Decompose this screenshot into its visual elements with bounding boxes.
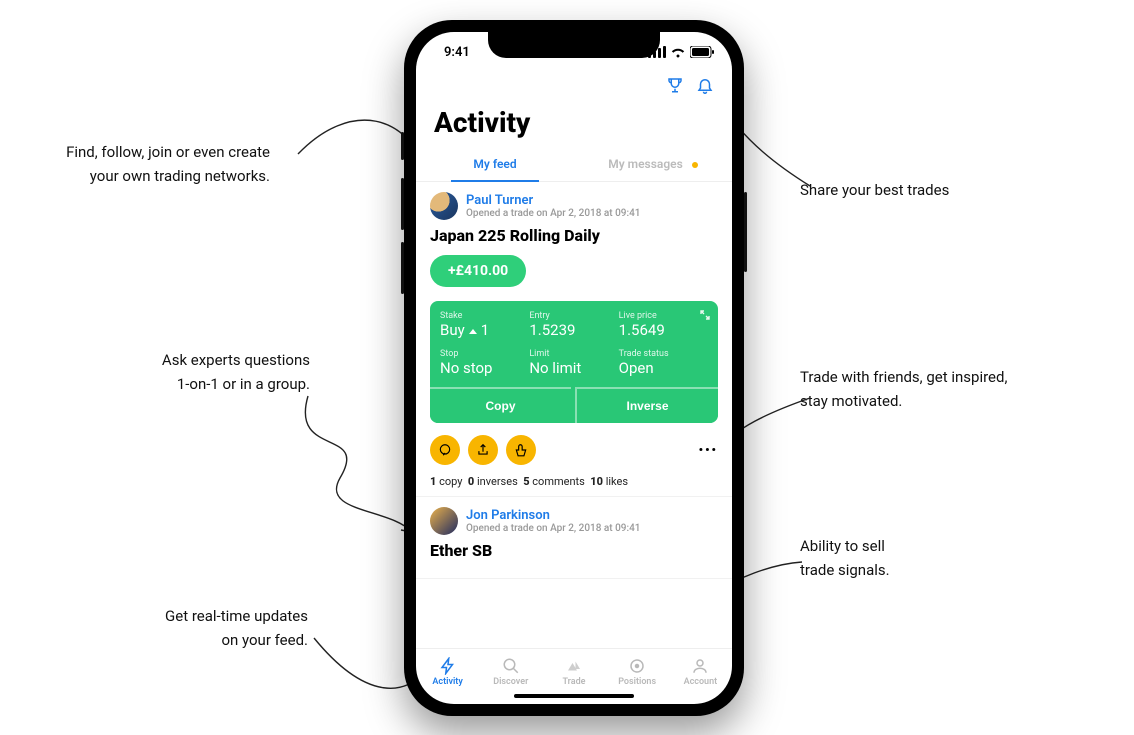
nav-label: Account bbox=[684, 677, 718, 687]
mute-switch bbox=[401, 132, 404, 160]
post-header: Paul Turner Opened a trade on Apr 2, 201… bbox=[430, 192, 718, 220]
instrument-name: Ether SB bbox=[430, 541, 718, 560]
like-icon[interactable] bbox=[506, 435, 536, 465]
nav-positions[interactable]: Positions bbox=[606, 657, 669, 687]
phone-screen: 9:41 Activity My feed My messages bbox=[416, 32, 732, 704]
post-header: Jon Parkinson Opened a trade on Apr 2, 2… bbox=[430, 507, 718, 535]
wifi-icon bbox=[670, 46, 686, 58]
status-bar: 9:41 bbox=[416, 32, 732, 72]
inverse-button[interactable]: Inverse bbox=[575, 387, 718, 423]
bell-icon[interactable] bbox=[696, 76, 714, 98]
avatar[interactable] bbox=[430, 192, 458, 220]
feed-tabs: My feed My messages bbox=[416, 147, 732, 182]
page-title: Activity bbox=[416, 102, 732, 147]
copy-button[interactable]: Copy bbox=[430, 387, 571, 423]
status-label: Trade status bbox=[619, 349, 708, 359]
comment-icon[interactable] bbox=[430, 435, 460, 465]
tab-label: My feed bbox=[473, 157, 516, 171]
trade-icon bbox=[565, 657, 583, 675]
tab-my-feed[interactable]: My feed bbox=[416, 147, 574, 181]
entry-label: Entry bbox=[529, 311, 618, 321]
instrument-name: Japan 225 Rolling Daily bbox=[430, 226, 718, 245]
post-stats: 1 copy 0 inverses 5 comments 10 likes bbox=[430, 475, 718, 488]
power-button bbox=[744, 192, 747, 272]
stop-value: No stop bbox=[440, 359, 529, 377]
nav-label: Activity bbox=[432, 677, 462, 687]
lightning-icon bbox=[439, 657, 457, 675]
feed-post: Paul Turner Opened a trade on Apr 2, 201… bbox=[416, 182, 732, 497]
live-label: Live price bbox=[619, 311, 708, 321]
tab-label: My messages bbox=[608, 157, 683, 171]
battery-icon bbox=[690, 46, 714, 58]
nav-activity[interactable]: Activity bbox=[416, 657, 479, 687]
annotation-friends: Trade with friends, get inspired, stay m… bbox=[800, 365, 1060, 413]
limit-label: Limit bbox=[529, 349, 618, 359]
post-subtitle: Opened a trade on Apr 2, 2018 at 09:41 bbox=[466, 523, 640, 534]
feed: Paul Turner Opened a trade on Apr 2, 201… bbox=[416, 182, 732, 648]
app-header bbox=[416, 72, 732, 102]
volume-down-button bbox=[401, 242, 404, 294]
entry-value: 1.5239 bbox=[529, 321, 618, 339]
annotation-networks: Find, follow, join or even create your o… bbox=[10, 140, 270, 188]
nav-label: Positions bbox=[618, 677, 656, 687]
feed-post: Jon Parkinson Opened a trade on Apr 2, 2… bbox=[416, 497, 732, 579]
stake-label: Stake bbox=[440, 311, 529, 321]
stop-label: Stop bbox=[440, 349, 529, 359]
badge-dot bbox=[692, 162, 698, 168]
share-icon[interactable] bbox=[468, 435, 498, 465]
trade-detail-card: Stake Buy1 Entry 1.5239 Live price 1.564… bbox=[430, 301, 718, 423]
nav-discover[interactable]: Discover bbox=[479, 657, 542, 687]
annotation-realtime: Get real-time updates on your feed. bbox=[108, 604, 308, 652]
user-name[interactable]: Paul Turner bbox=[466, 193, 640, 208]
more-icon[interactable]: ••• bbox=[699, 443, 718, 457]
person-icon bbox=[691, 657, 709, 675]
pnl-pill: +£410.00 bbox=[430, 255, 526, 287]
nav-label: Trade bbox=[562, 677, 585, 687]
nav-trade[interactable]: Trade bbox=[542, 657, 605, 687]
target-icon bbox=[628, 657, 646, 675]
annotation-experts: Ask experts questions 1-on-1 or in a gro… bbox=[110, 348, 310, 396]
status-time: 9:41 bbox=[444, 45, 470, 60]
avatar[interactable] bbox=[430, 507, 458, 535]
annotation-share: Share your best trades bbox=[800, 178, 949, 202]
annotation-signals: Ability to sell trade signals. bbox=[800, 534, 890, 582]
nav-account[interactable]: Account bbox=[669, 657, 732, 687]
limit-value: No limit bbox=[529, 359, 618, 377]
cellular-signal-icon bbox=[648, 46, 666, 58]
search-icon bbox=[502, 657, 520, 675]
phone-frame: 9:41 Activity My feed My messages bbox=[404, 20, 744, 716]
post-subtitle: Opened a trade on Apr 2, 2018 at 09:41 bbox=[466, 208, 640, 219]
stake-value: Buy1 bbox=[440, 321, 529, 339]
volume-up-button bbox=[401, 178, 404, 230]
home-indicator bbox=[514, 694, 634, 698]
trade-actions: Copy Inverse bbox=[430, 387, 718, 423]
tab-my-messages[interactable]: My messages bbox=[574, 147, 732, 181]
status-value: Open bbox=[619, 359, 708, 377]
trophy-icon[interactable] bbox=[666, 76, 684, 98]
nav-label: Discover bbox=[493, 677, 528, 687]
live-value: 1.5649 bbox=[619, 321, 708, 339]
social-actions: ••• bbox=[430, 435, 718, 465]
user-name[interactable]: Jon Parkinson bbox=[466, 508, 640, 523]
